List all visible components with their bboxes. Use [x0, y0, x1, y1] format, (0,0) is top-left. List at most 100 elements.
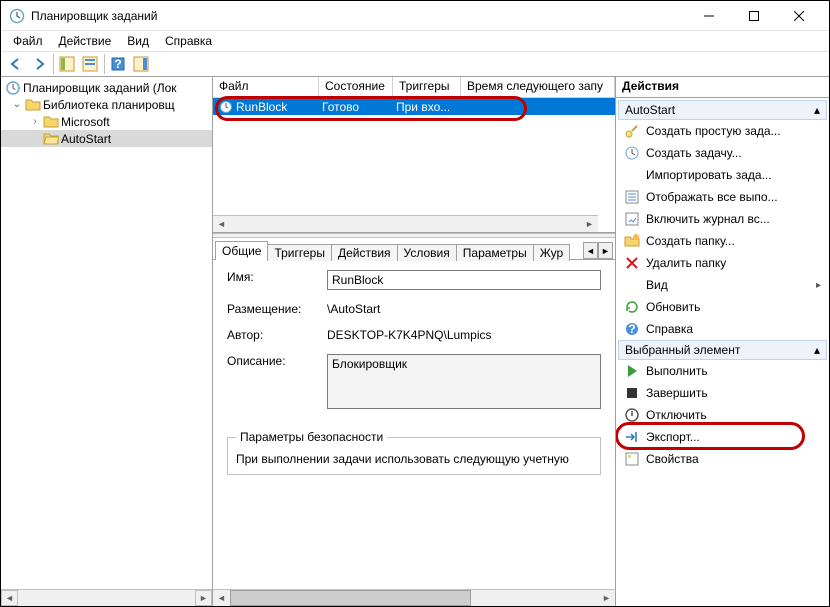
tab-conditions[interactable]: Условия — [397, 244, 457, 261]
action-end[interactable]: Завершить — [618, 382, 827, 404]
tree-scrollbar[interactable]: ◄ ► — [1, 589, 212, 606]
action-help[interactable]: ? Справка — [618, 318, 827, 340]
menu-file[interactable]: Файл — [5, 32, 51, 50]
properties-button[interactable] — [79, 53, 101, 75]
task-icon — [624, 145, 640, 161]
tab-settings[interactable]: Параметры — [456, 244, 534, 261]
description-field[interactable]: Блокировщик — [327, 354, 601, 409]
close-button[interactable] — [776, 1, 821, 30]
task-name: RunBlock — [236, 100, 322, 114]
action-import-task[interactable]: Импортировать зада... — [618, 164, 827, 186]
action-label: Завершить — [646, 386, 821, 400]
scroll-right-icon[interactable]: ► — [598, 590, 615, 606]
group-selected-item[interactable]: Выбранный элемент ▴ — [618, 340, 827, 360]
action-enable-history[interactable]: Включить журнал вс... — [618, 208, 827, 230]
action-new-folder[interactable]: Создать папку... — [618, 230, 827, 252]
menu-view[interactable]: Вид — [119, 32, 157, 50]
wand-icon — [624, 123, 640, 139]
menu-action[interactable]: Действие — [51, 32, 120, 50]
action-label: Создать папку... — [646, 234, 821, 248]
author-label: Автор: — [227, 328, 327, 342]
action-run[interactable]: Выполнить — [618, 360, 827, 382]
action-view[interactable]: Вид ▸ — [618, 274, 827, 296]
location-value: \AutoStart — [327, 302, 601, 316]
action-properties[interactable]: Свойства — [618, 448, 827, 470]
clock-icon — [219, 100, 233, 114]
col-state[interactable]: Состояние — [319, 77, 393, 97]
col-name[interactable]: Файл — [213, 77, 319, 97]
action-show-running[interactable]: Отображать все выпо... — [618, 186, 827, 208]
scroll-right-icon[interactable]: ► — [195, 590, 212, 606]
help-button[interactable]: ? — [107, 53, 129, 75]
action-label: Удалить папку — [646, 256, 821, 270]
action-create-basic-task[interactable]: Создать простую зада... — [618, 120, 827, 142]
show-hide-tree-button[interactable] — [56, 53, 78, 75]
col-next[interactable]: Время следующего запу — [461, 77, 615, 97]
expand-icon[interactable]: › — [29, 116, 41, 127]
main-area: Планировщик заданий (Лок ⌄ Библиотека пл… — [1, 77, 829, 606]
new-folder-icon — [624, 233, 640, 249]
folder-open-icon — [43, 131, 59, 147]
refresh-icon — [624, 299, 640, 315]
action-label: Импортировать зада... — [646, 168, 821, 182]
forward-button[interactable] — [28, 53, 50, 75]
tree-microsoft[interactable]: › Microsoft — [1, 113, 212, 130]
col-trigger[interactable]: Триггеры — [393, 77, 461, 97]
name-field[interactable] — [327, 270, 601, 290]
tree-library[interactable]: ⌄ Библиотека планировщ — [1, 96, 212, 113]
tree-root[interactable]: Планировщик заданий (Лок — [1, 79, 212, 96]
tab-scroll: ◄ ► — [583, 242, 613, 259]
action-label: Создать задачу... — [646, 146, 821, 160]
chevron-right-icon: ▸ — [816, 280, 821, 291]
collapse-icon: ▴ — [814, 343, 820, 357]
task-row[interactable]: RunBlock Готово При вхо... — [213, 98, 615, 115]
scroll-track[interactable] — [230, 216, 581, 232]
tab-triggers[interactable]: Триггеры — [267, 244, 332, 261]
collapse-icon[interactable]: ⌄ — [11, 99, 23, 110]
menu-help[interactable]: Справка — [157, 32, 220, 50]
scroll-thumb[interactable] — [230, 590, 471, 606]
tasklist-scrollbar[interactable]: ◄ ► — [213, 215, 598, 232]
tree-autostart-label: AutoStart — [61, 132, 111, 146]
tab-history[interactable]: Жур — [533, 244, 570, 261]
help-icon: ? — [624, 321, 640, 337]
toolbar-separator-2 — [104, 54, 105, 74]
action-delete-folder[interactable]: Удалить папку — [618, 252, 827, 274]
minimize-button[interactable] — [686, 1, 731, 30]
action-label: Отключить — [646, 408, 821, 422]
tab-scroll-left-icon[interactable]: ◄ — [583, 242, 598, 259]
tree-panel: Планировщик заданий (Лок ⌄ Библиотека пл… — [1, 77, 213, 606]
play-icon — [624, 363, 640, 379]
scroll-left-icon[interactable]: ◄ — [213, 216, 230, 232]
details-panel: Общие Триггеры Действия Условия Параметр… — [213, 238, 615, 606]
action-refresh[interactable]: Обновить — [618, 296, 827, 318]
security-fieldset: Параметры безопасности При выполнении за… — [227, 430, 601, 475]
tree-library-label: Библиотека планировщ — [43, 98, 175, 112]
middle-panel: Файл Состояние Триггеры Время следующего… — [213, 77, 616, 606]
tree-autostart[interactable]: AutoStart — [1, 130, 212, 147]
list-icon — [624, 189, 640, 205]
action-pane-button[interactable] — [130, 53, 152, 75]
action-disable[interactable]: Отключить — [618, 404, 827, 426]
general-tab-body: Имя: Размещение: \AutoStart Автор: DESKT… — [213, 260, 615, 485]
security-text: При выполнении задачи использовать следу… — [236, 452, 592, 466]
scroll-left-icon[interactable]: ◄ — [213, 590, 230, 606]
action-label: Свойства — [646, 452, 821, 466]
details-scrollbar[interactable]: ◄ ► — [213, 589, 615, 606]
tree-content: Планировщик заданий (Лок ⌄ Библиотека пл… — [1, 77, 212, 589]
action-create-task[interactable]: Создать задачу... — [618, 142, 827, 164]
back-button[interactable] — [5, 53, 27, 75]
tab-scroll-right-icon[interactable]: ► — [598, 242, 613, 259]
scroll-track[interactable] — [471, 590, 598, 606]
tab-actions[interactable]: Действия — [331, 244, 398, 261]
group-selected-label: Выбранный элемент — [625, 343, 740, 357]
scroll-right-icon[interactable]: ► — [581, 216, 598, 232]
maximize-button[interactable] — [731, 1, 776, 30]
scroll-track[interactable] — [18, 590, 195, 606]
scroll-left-icon[interactable]: ◄ — [1, 590, 18, 606]
group-autostart[interactable]: AutoStart ▴ — [618, 100, 827, 120]
tab-general[interactable]: Общие — [215, 241, 268, 260]
action-label: Экспорт... — [646, 430, 821, 444]
action-export[interactable]: Экспорт... — [618, 426, 827, 448]
actions-panel: Действия AutoStart ▴ Создать простую зад… — [616, 77, 829, 606]
